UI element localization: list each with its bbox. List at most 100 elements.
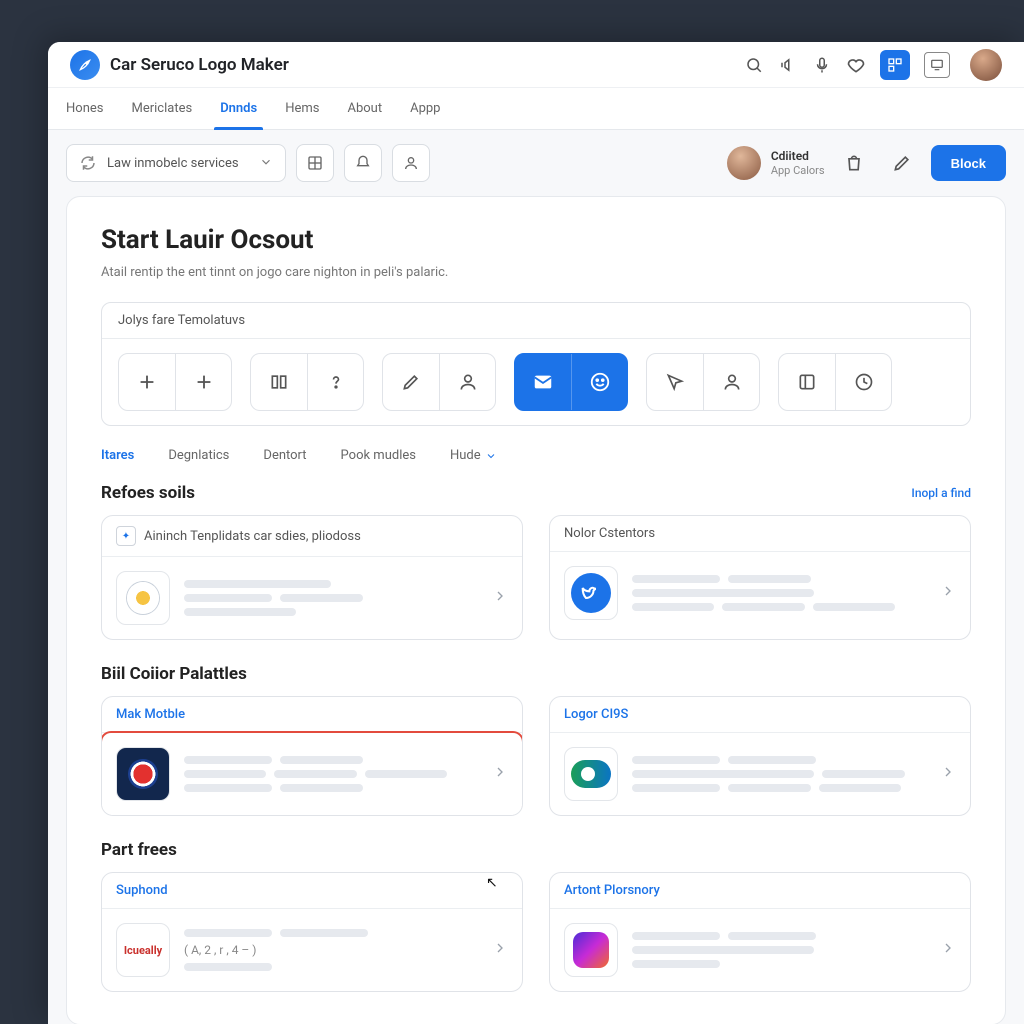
thumb-label: Icueally: [124, 944, 162, 957]
card-body[interactable]: [550, 733, 970, 815]
card-head-text: Nolor Cstentors: [564, 526, 655, 541]
plus-icon: [175, 354, 231, 410]
template-pair-4[interactable]: [646, 353, 760, 411]
card-head-text[interactable]: Mak Motble: [116, 707, 185, 722]
nav-item-4[interactable]: About: [347, 88, 382, 129]
section2-title: Biil Coiior Palattles: [101, 664, 247, 684]
section3-card-0: Suphond Icueally ( A, 2 , r , 4 – ): [101, 872, 523, 992]
page-subtitle: Atail rentip the ent tinnt on jogo care …: [101, 265, 971, 280]
card-head: Suphond: [102, 873, 522, 909]
chevron-right-icon: [940, 940, 956, 960]
content-panel: Start Lauir Ocsout Atail rentip the ent …: [66, 196, 1006, 1024]
card-thumb: [564, 566, 618, 620]
card-head-text[interactable]: Logor CI9S: [564, 707, 628, 722]
template-pair-5[interactable]: [778, 353, 892, 411]
section2-card-1: Logor CI9S: [549, 696, 971, 816]
card-lines: [184, 580, 478, 616]
main-area: Start Lauir Ocsout Atail rentip the ent …: [48, 196, 1024, 1024]
notify-button[interactable]: [344, 144, 382, 182]
card-head-text[interactable]: Suphond: [116, 883, 168, 898]
card-body[interactable]: [102, 557, 522, 639]
avatar[interactable]: [970, 49, 1002, 81]
monitor-icon[interactable]: [924, 52, 950, 78]
toolbar: Law inmobelc services Cdiited App Calors…: [48, 130, 1024, 196]
header-actions: [744, 49, 1002, 81]
card-body[interactable]: Icueally ( A, 2 , r , 4 – ): [102, 909, 522, 991]
chevron-right-icon: [940, 764, 956, 784]
section1-link[interactable]: Inopl a find: [911, 486, 971, 500]
section1-title: Refoes soils: [101, 483, 195, 503]
card-thumb: [116, 747, 170, 801]
template-pair-1[interactable]: [250, 353, 364, 411]
apps-icon[interactable]: [880, 50, 910, 80]
question-icon: [307, 354, 363, 410]
section3-title: Part frees: [101, 840, 177, 860]
search-icon[interactable]: [744, 55, 764, 75]
app-title: Car Seruco Logo Maker: [110, 55, 289, 75]
filter-more[interactable]: Hude: [450, 448, 497, 463]
bag-icon[interactable]: [835, 144, 873, 182]
chevron-right-icon: [492, 764, 508, 784]
card-lines: ( A, 2 , r , 4 – ): [184, 929, 478, 971]
filter-3[interactable]: Pook mudles: [341, 448, 416, 463]
chevron-right-icon: [492, 588, 508, 608]
card-head-text[interactable]: Artont Plorsnory: [564, 883, 660, 898]
grid-button[interactable]: [296, 144, 334, 182]
user-sub: App Calors: [771, 164, 825, 177]
app-window: Car Seruco Logo Maker Hones Mericlates D…: [48, 42, 1024, 1024]
card-lines: [184, 756, 478, 792]
heart-icon[interactable]: [846, 55, 866, 75]
dropdown-label: Law inmobelc services: [107, 156, 249, 171]
mic-icon[interactable]: [812, 55, 832, 75]
primary-action-button[interactable]: Block: [931, 145, 1006, 181]
section2-card-0-body: [101, 732, 523, 816]
card-head: Nolor Cstentors: [550, 516, 970, 552]
category-dropdown[interactable]: Law inmobelc services: [66, 144, 286, 182]
mini-avatar: [727, 146, 761, 180]
section1-card-1: Nolor Cstentors: [549, 515, 971, 640]
filter-2[interactable]: Dentort: [263, 448, 306, 463]
card-thumb: Icueally: [116, 923, 170, 977]
person-icon: [439, 354, 495, 410]
filter-0[interactable]: Itares: [101, 448, 134, 463]
card-body[interactable]: [550, 552, 970, 634]
section2-cards: Mak Motble Logor CI9S: [101, 696, 971, 816]
user-name: Cdiited: [771, 149, 825, 163]
template-pair-0[interactable]: [118, 353, 232, 411]
nav-item-2[interactable]: Dnnds: [220, 88, 257, 129]
section2-card-0: Mak Motble: [101, 696, 523, 816]
columns-icon: [251, 354, 307, 410]
user-chip[interactable]: Cdiited App Calors: [727, 146, 825, 180]
refresh-icon: [79, 154, 97, 172]
section1-title-row: Refoes soils Inopl a find: [101, 483, 971, 503]
user-meta: Cdiited App Calors: [771, 149, 825, 177]
section3-title-row: Part frees: [101, 840, 971, 860]
nav-item-3[interactable]: Hems: [285, 88, 319, 129]
profile-button[interactable]: [392, 144, 430, 182]
mail-icon: [515, 354, 571, 410]
card-body[interactable]: [550, 909, 970, 991]
plus-icon: [119, 354, 175, 410]
template-box: Jolys fare Temolatuvs: [101, 302, 971, 426]
template-box-label: Jolys fare Temolatuvs: [102, 303, 970, 339]
nav-item-1[interactable]: Mericlates: [131, 88, 192, 129]
card-head: Logor CI9S: [550, 697, 970, 733]
template-row: [102, 339, 970, 425]
clock-icon: [835, 354, 891, 410]
chevron-right-icon: [940, 583, 956, 603]
card-body[interactable]: [102, 733, 522, 815]
pen-icon[interactable]: [883, 144, 921, 182]
bird-icon: [581, 583, 601, 603]
nav-item-5[interactable]: Appp: [410, 88, 440, 129]
page-title: Start Lauir Ocsout: [101, 225, 971, 255]
rocket-icon: [77, 57, 93, 73]
person-icon: [703, 354, 759, 410]
chevron-right-icon: [492, 940, 508, 960]
sound-icon[interactable]: [778, 55, 798, 75]
template-pair-2[interactable]: [382, 353, 496, 411]
card-thumb: [564, 747, 618, 801]
nav-item-0[interactable]: Hones: [66, 88, 103, 129]
card-head-text: Aininch Tenplidats car sdies, pliodoss: [144, 529, 361, 544]
filter-1[interactable]: Degnlatics: [168, 448, 229, 463]
template-pair-3[interactable]: [514, 353, 628, 411]
